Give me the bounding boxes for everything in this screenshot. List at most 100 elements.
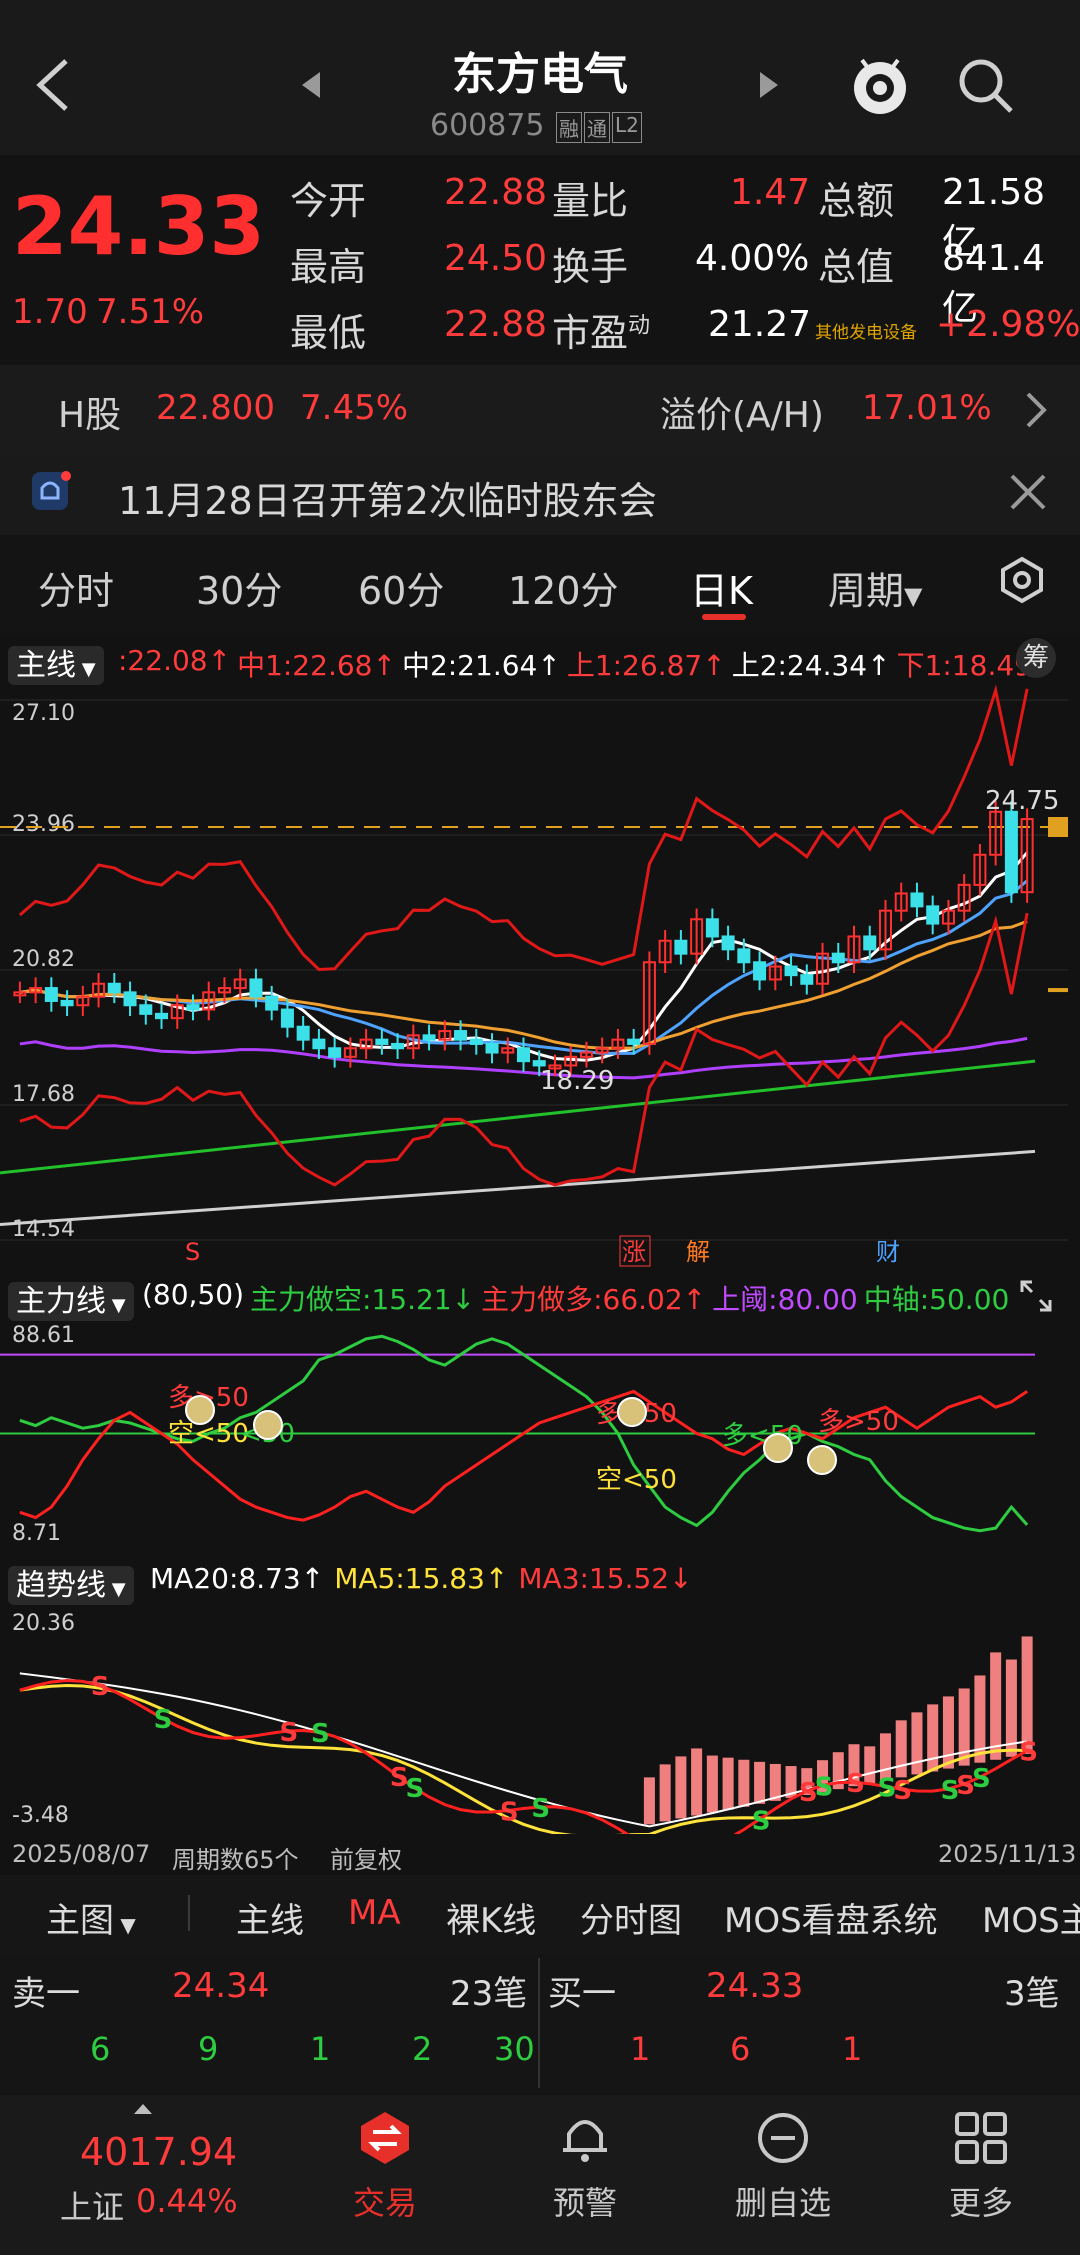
axis-adjust[interactable]: 前复权 (330, 1840, 402, 1875)
candle-body (422, 1034, 436, 1041)
premium-label: 溢价(A/H) (660, 395, 824, 436)
legend-long: 主力做多:66.02↑ (481, 1283, 707, 1316)
event-marker-financial: 财 (876, 1238, 900, 1266)
high-value: 24.50 (444, 238, 548, 279)
candle-body (721, 935, 735, 951)
power-line-chart[interactable]: 88.618.71多>50空<50<50多>50空<50多<50多>50 (0, 1320, 1080, 1555)
nav-alert-label: 预警 (552, 2184, 617, 2222)
h-share-price: 22.800 (156, 388, 275, 428)
search-icon[interactable] (956, 56, 1016, 116)
robot-assistant-icon[interactable] (848, 50, 912, 120)
menu-item-main-line[interactable]: 主线 (236, 1893, 304, 1942)
expand-icon[interactable] (1018, 1278, 1054, 1314)
nav-more[interactable]: 更多 (916, 2110, 1046, 2224)
stock-badges: 融 通 L2 (556, 112, 642, 143)
price-level-marker (1048, 817, 1068, 837)
power-indicator-label: 主力线 ▼ (8, 1282, 134, 1321)
premium-value: 17.01% (862, 388, 992, 428)
axis-period-count: 周期数65个 (172, 1846, 299, 1874)
event-marker-s: S (185, 1238, 200, 1266)
low-label: 最低 (290, 311, 367, 355)
next-stock-icon[interactable] (758, 70, 780, 100)
legend-upper: 上阈:80.00 (712, 1283, 858, 1316)
menu-item-mos-main[interactable]: MOS主 (982, 1893, 1080, 1942)
trend-bar (643, 1777, 655, 1825)
nav-trade[interactable]: 交易 (320, 2110, 450, 2224)
tab-intraday[interactable]: 分时 (38, 560, 114, 615)
main-indicator-text: 主线 (16, 648, 76, 683)
settings-hex-icon[interactable] (998, 556, 1046, 604)
nav-remove-watchlist[interactable]: 删自选 (718, 2110, 848, 2224)
power-chart-legend: (80,50) 主力做空:15.21↓ 主力做多:66.02↑ 上阈:80.00… (142, 1278, 1009, 1318)
volume-ratio-label: 量比 (552, 179, 629, 223)
remove-icon (758, 2113, 808, 2163)
menu-item-intraday[interactable]: 分时图 (580, 1893, 682, 1942)
signal-marker-s: S (815, 1772, 834, 1802)
candle-body (454, 1030, 468, 1041)
signal-marker-s: S (752, 1806, 771, 1834)
buy-queue-item: 1 (842, 2030, 863, 2068)
trend-indicator-selector[interactable]: 趋势线 ▼ (8, 1560, 134, 1605)
candle-body (800, 974, 814, 985)
tab-period-label: 周期 (828, 569, 905, 613)
back-icon[interactable] (30, 55, 74, 115)
buy-one-price: 24.33 (706, 1966, 804, 2006)
caret-up-icon[interactable] (132, 2102, 154, 2116)
trend-bar (927, 1704, 939, 1772)
money-bag-icon (807, 1445, 837, 1475)
index-name: 上证 (60, 2188, 125, 2226)
bell-icon (563, 2120, 607, 2162)
close-icon[interactable] (1008, 472, 1048, 512)
y-axis-label: 20.36 (12, 1611, 75, 1636)
menu-item-naked-k[interactable]: 裸K线 (446, 1893, 536, 1942)
tab-period[interactable]: 周期▼ (828, 560, 922, 615)
menu-item-ma[interactable]: MA (348, 1893, 401, 1933)
index-value[interactable]: 4017.94 (80, 2130, 237, 2174)
trend-bar (990, 1652, 1002, 1760)
signal-annotation: 空<50 (168, 1419, 249, 1449)
y-axis-label: 88.61 (12, 1323, 75, 1348)
sell-queue-item: 1 (310, 2030, 331, 2068)
candle-body (186, 1004, 200, 1011)
badge-rong: 融 (556, 112, 582, 143)
orderbook-divider (538, 1958, 540, 2088)
trend-chart[interactable]: 20.36-3.48SSSSSSSSSSSSSSSSSSS (0, 1604, 1080, 1834)
tab-active-indicator (702, 614, 746, 620)
tab-daily-k[interactable]: 日K (690, 560, 753, 615)
chevron-right-icon[interactable] (1024, 390, 1048, 430)
sell-one-price: 24.34 (172, 1966, 270, 2006)
trend-bar (659, 1764, 671, 1822)
price-change: 1.70 (12, 292, 88, 332)
signal-marker-s: S (405, 1774, 424, 1804)
h-share-pct: 7.45% (300, 388, 409, 428)
event-marker-limit-up: 涨 (622, 1238, 646, 1266)
nav-alert[interactable]: 预警 (520, 2110, 650, 2224)
industry-label[interactable]: 其他发电设备 (815, 318, 917, 343)
money-bag-icon (617, 1397, 647, 1427)
sell-queue-item: 30 (494, 2030, 535, 2068)
power-indicator-selector[interactable]: 主力线 ▼ (8, 1276, 134, 1321)
main-chart-menu[interactable]: 主图 ▼ (46, 1893, 136, 1942)
tab-30min[interactable]: 30分 (196, 560, 282, 615)
candlestick-chart[interactable]: 27.1023.9620.8217.6814.5424.7518.29S 涨解财 (0, 680, 1080, 1270)
notice-text: 11月28日召开第2次临时股东会 (118, 479, 657, 523)
ma120-line (0, 1059, 1036, 1175)
tab-120min[interactable]: 120分 (508, 560, 619, 615)
prev-stock-icon[interactable] (300, 70, 322, 100)
y-axis-label: 27.10 (12, 701, 75, 726)
trend-indicator-text: 趋势线 (16, 1568, 106, 1603)
menu-item-mos-system[interactable]: MOS看盘系统 (724, 1893, 938, 1942)
power-indicator-text: 主力线 (16, 1284, 106, 1319)
trend-bar (722, 1757, 734, 1810)
menu-divider (188, 1895, 190, 1931)
main-indicator-selector[interactable]: 主线 ▼ (8, 640, 104, 685)
industry-change[interactable]: +2.98% (936, 304, 1080, 345)
chip-distribution-button[interactable]: 筹 (1016, 638, 1056, 678)
caret-down-icon: ▼ (114, 1913, 136, 1937)
candle-body (249, 978, 263, 998)
event-marker-unlock: 解 (686, 1238, 710, 1266)
money-bag-icon (763, 1433, 793, 1463)
signal-marker-s: S (704, 1833, 723, 1834)
tab-60min[interactable]: 60分 (358, 560, 444, 615)
y-axis-label: 8.71 (12, 1521, 61, 1546)
